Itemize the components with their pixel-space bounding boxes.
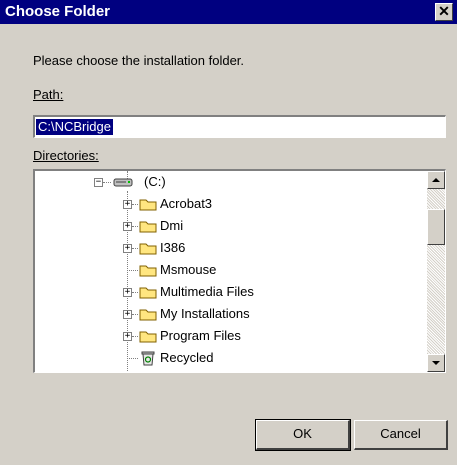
tree-item-dmi[interactable]: + Dmi: [35, 215, 425, 237]
tree-root-label: (C:): [144, 174, 166, 189]
scroll-up-button[interactable]: [427, 171, 445, 189]
arrow-up-icon: [432, 178, 440, 182]
tree-item-label: My Installations: [160, 306, 250, 321]
tree-item-acrobat3[interactable]: + Acrobat3: [35, 193, 425, 215]
folder-icon: [139, 243, 157, 255]
drive-icon: [113, 178, 133, 187]
window-title: Choose Folder: [5, 3, 111, 20]
tree-connector: [132, 292, 138, 293]
tree-root-row[interactable]: − (C:): [35, 171, 425, 193]
title-bar[interactable]: Choose Folder ✕: [0, 0, 457, 24]
collapse-icon[interactable]: −: [94, 178, 103, 187]
scroll-thumb[interactable]: [427, 209, 445, 245]
expand-icon[interactable]: +: [123, 332, 132, 341]
recycle-bin-icon: [141, 351, 155, 366]
folder-icon: [139, 309, 157, 321]
directories-label: Directories:: [33, 148, 99, 163]
tree-item-label: Msmouse: [160, 262, 217, 277]
tree-connector: [132, 226, 138, 227]
tree-connector: [132, 314, 138, 315]
tree-item-label: Program Files: [160, 328, 241, 343]
tree-item-label: Dmi: [160, 218, 184, 233]
tree-item-my-installations[interactable]: + My Installations: [35, 303, 425, 325]
directories-label-text: Directories:: [33, 148, 99, 163]
expand-icon[interactable]: +: [123, 244, 132, 253]
folder-icon: [139, 287, 157, 299]
tree-connector: [103, 182, 111, 183]
tree-item-label: Acrobat3: [160, 196, 213, 211]
tree-connector: [132, 204, 138, 205]
expand-icon[interactable]: +: [123, 288, 132, 297]
tree-item-label: Recycled: [160, 350, 214, 365]
folder-icon: [139, 265, 157, 277]
tree-connector: [132, 336, 138, 337]
folder-icon: [139, 331, 157, 343]
tree-connector: [127, 270, 138, 271]
path-label-text: Path:: [33, 87, 64, 102]
vertical-scrollbar[interactable]: [427, 171, 445, 372]
path-label: Path:: [33, 87, 63, 102]
expand-icon[interactable]: +: [123, 310, 132, 319]
tree-item-i386[interactable]: + I386: [35, 237, 425, 259]
close-icon: ✕: [438, 3, 450, 19]
ok-button[interactable]: OK: [255, 419, 351, 451]
tree-connector: [132, 248, 138, 249]
tree-item-label: I386: [160, 240, 186, 255]
tree-item-multimedia-files[interactable]: + Multimedia Files: [35, 281, 425, 303]
tree-item-label: Multimedia Files: [160, 284, 254, 299]
cancel-button[interactable]: Cancel: [354, 420, 448, 450]
expand-icon[interactable]: +: [123, 200, 132, 209]
tree-item-program-files[interactable]: + Program Files: [35, 325, 425, 347]
tree-item-recycled[interactable]: Recycled: [35, 347, 425, 369]
folder-icon: [139, 221, 157, 233]
close-button[interactable]: ✕: [435, 3, 453, 21]
directory-tree[interactable]: − (C:) + Acrobat3 + Dmi + I386 Msmouse +…: [33, 169, 446, 373]
scroll-down-button[interactable]: [427, 354, 445, 372]
folder-icon: [139, 199, 157, 211]
path-value[interactable]: C:\NCBridge: [36, 119, 113, 135]
instruction-text: Please choose the installation folder.: [33, 53, 245, 68]
tree-connector: [127, 358, 138, 359]
choose-folder-dialog: Choose Folder ✕ Please choose the instal…: [0, 0, 457, 465]
arrow-down-icon: [432, 361, 440, 365]
tree-item-msmouse[interactable]: Msmouse: [35, 259, 425, 281]
expand-icon[interactable]: +: [123, 222, 132, 231]
path-input[interactable]: C:\NCBridge: [33, 115, 446, 138]
